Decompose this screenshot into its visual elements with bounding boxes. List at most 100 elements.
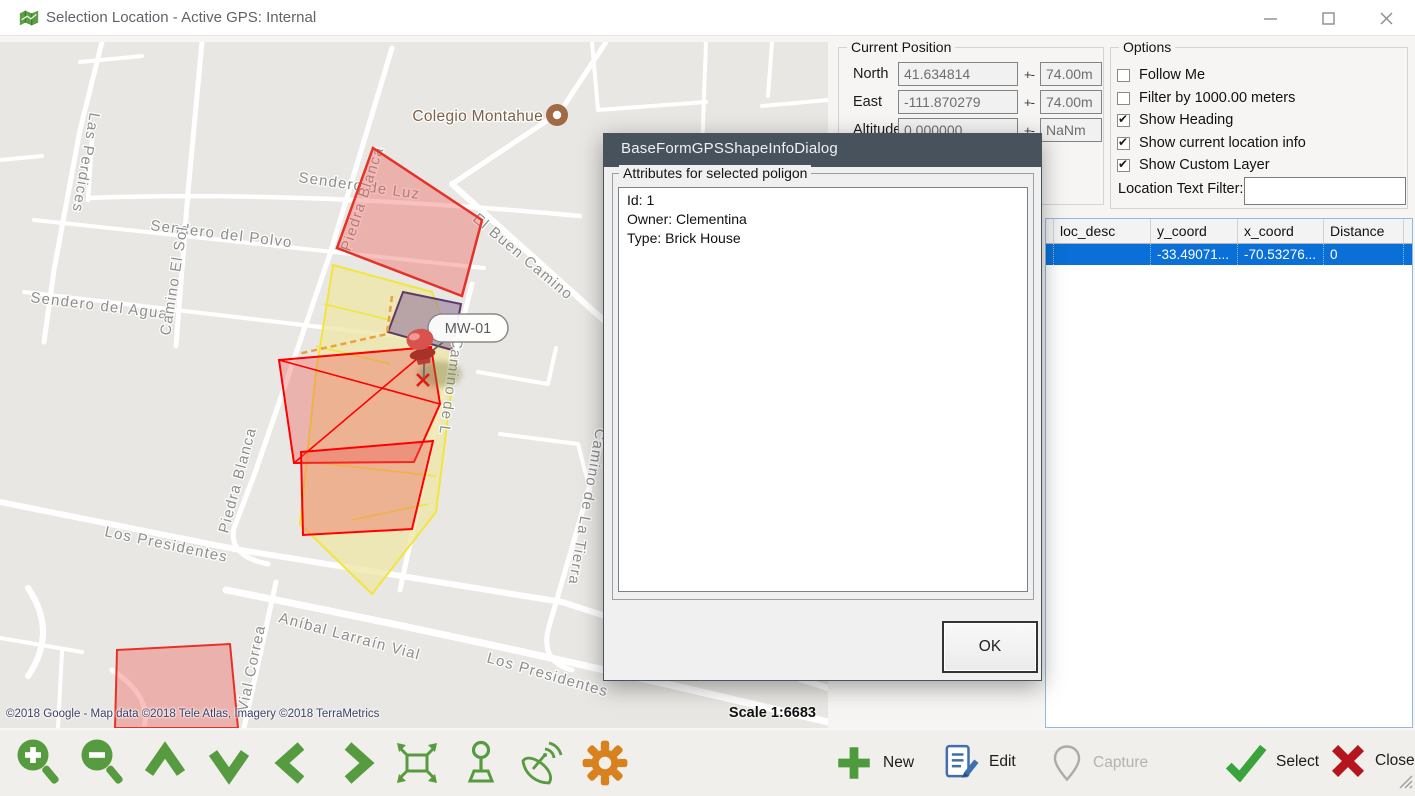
shape-info-dialog: BaseFormGPSShapeInfoDialog Attributes fo… [603, 133, 1042, 681]
pan-up-button[interactable] [140, 736, 190, 790]
pin-callout-label: MW-01 [445, 321, 491, 337]
new-button[interactable]: New [833, 742, 914, 784]
follow-me-option[interactable]: Follow Me [1117, 66, 1205, 84]
row-selector-cell[interactable] [1046, 244, 1054, 265]
zoom-in-button[interactable] [12, 736, 62, 790]
attribute-owner: Owner: Clementina [627, 210, 1019, 229]
window-titlebar[interactable]: Selection Location - Active GPS: Interna… [0, 0, 1415, 36]
location-text-filter-input[interactable] [1244, 177, 1406, 205]
attributes-group-title: Attributes for selected poligon [619, 165, 811, 181]
east-value-field[interactable]: -111.870279 [898, 90, 1018, 114]
gps-satellite-button[interactable] [514, 736, 564, 790]
cell-y-coord[interactable]: -33.49071... [1151, 244, 1238, 265]
filter-distance-label: Filter by 1000.00 meters [1139, 90, 1295, 106]
poi-label: Colegio Montahue [412, 108, 543, 125]
north-value-field[interactable]: 41.634814 [898, 62, 1018, 86]
gear-icon [580, 738, 630, 788]
cell-distance[interactable]: 0 [1324, 244, 1404, 265]
pan-down-button[interactable] [204, 736, 254, 790]
column-header-y-coord[interactable]: y_coord [1151, 219, 1238, 243]
resize-grip[interactable] [1396, 772, 1413, 794]
chevron-down-icon [206, 740, 252, 786]
chevron-left-icon [270, 740, 316, 786]
new-label: New [883, 754, 914, 772]
north-label: North [853, 66, 888, 82]
capture-pin-icon [1049, 742, 1085, 784]
cell-loc-desc[interactable] [1054, 244, 1151, 265]
dialog-titlebar[interactable]: BaseFormGPSShapeInfoDialog [604, 134, 1041, 167]
show-heading-checkbox[interactable] [1117, 114, 1130, 127]
show-location-info-option[interactable]: Show current location info [1117, 134, 1306, 152]
attributes-list[interactable]: Id: 1 Owner: Clementina Type: Brick Hous… [618, 187, 1028, 592]
window-title: Selection Location - Active GPS: Interna… [46, 0, 316, 36]
show-heading-option[interactable]: Show Heading [1117, 111, 1233, 129]
polygon-selected-south[interactable] [301, 441, 433, 535]
east-accuracy-field[interactable]: 74.00m [1040, 90, 1102, 114]
map-attribution: ©2018 Google - Map data ©2018 Tele Atlas… [6, 708, 379, 720]
east-label: East [853, 94, 882, 110]
select-label: Select [1276, 753, 1319, 771]
chevron-up-icon [142, 740, 188, 786]
checkmark-icon [1224, 742, 1268, 782]
table-header-row: loc_desc y_coord x_coord Distance [1046, 219, 1412, 244]
maximize-button[interactable] [1305, 0, 1351, 36]
zoom-out-button[interactable] [76, 736, 126, 790]
show-location-info-label: Show current location info [1139, 135, 1306, 151]
east-row: East -111.870279 +- 74.00m [853, 90, 1103, 114]
zoom-extent-icon [393, 739, 441, 787]
column-header-distance[interactable]: Distance [1324, 219, 1404, 243]
filter-distance-option[interactable]: Filter by 1000.00 meters [1117, 89, 1295, 107]
location-text-filter-label: Location Text Filter: [1118, 181, 1243, 197]
satellite-dish-icon [515, 739, 563, 787]
options-title: Options [1119, 39, 1175, 55]
zoom-out-icon [78, 738, 124, 788]
plus-icon [833, 742, 875, 784]
chevron-right-icon [333, 740, 379, 786]
attribute-type: Type: Brick House [627, 229, 1019, 248]
capture-label: Capture [1093, 754, 1148, 772]
cell-x-coord[interactable]: -70.53276... [1238, 244, 1324, 265]
attributes-group: Attributes for selected poligon Id: 1 Ow… [612, 173, 1034, 600]
show-custom-layer-checkbox[interactable] [1117, 159, 1130, 172]
follow-me-checkbox[interactable] [1117, 69, 1130, 82]
close-x-icon [1329, 742, 1367, 780]
edit-label: Edit [989, 753, 1016, 771]
plus-minus-symbol: +- [1024, 95, 1034, 110]
plus-minus-symbol: +- [1024, 67, 1034, 82]
locations-table[interactable]: loc_desc y_coord x_coord Distance -33.49… [1045, 218, 1413, 728]
north-accuracy-field[interactable]: 74.00m [1040, 62, 1102, 86]
table-row-selected[interactable]: -33.49071... -70.53276... 0 [1046, 244, 1412, 265]
minimize-button[interactable] [1247, 0, 1293, 36]
close-window-button[interactable] [1363, 0, 1409, 36]
map-scale-label: Scale 1:6683 [729, 705, 816, 721]
dialog-title: BaseFormGPSShapeInfoDialog [621, 140, 838, 157]
close-label: Close [1375, 752, 1415, 770]
capture-button[interactable]: Capture [1049, 742, 1148, 784]
pan-right-button[interactable] [331, 736, 381, 790]
follow-me-label: Follow Me [1139, 67, 1205, 83]
select-button[interactable]: Select [1224, 742, 1319, 782]
pan-left-button[interactable] [268, 736, 318, 790]
zoom-extent-button[interactable] [392, 736, 442, 790]
altitude-accuracy-field[interactable]: NaNm [1040, 118, 1102, 142]
zoom-in-icon [14, 738, 60, 788]
show-custom-layer-label: Show Custom Layer [1139, 157, 1270, 173]
edit-button[interactable]: Edit [941, 742, 1016, 782]
row-selector-header [1046, 219, 1054, 243]
column-header-x-coord[interactable]: x_coord [1238, 219, 1324, 243]
edit-document-icon [941, 742, 981, 782]
attribute-id: Id: 1 [627, 191, 1019, 210]
show-location-info-checkbox[interactable] [1117, 137, 1130, 150]
ok-button[interactable]: OK [942, 621, 1038, 673]
bottom-toolbar: New Edit Capture Select Close [0, 730, 1415, 796]
options-group: Options Follow Me Filter by 1000.00 mete… [1110, 47, 1408, 209]
north-row: North 41.634814 +- 74.00m [853, 62, 1103, 86]
settings-button[interactable] [580, 736, 630, 790]
column-header-loc-desc[interactable]: loc_desc [1054, 219, 1151, 243]
poi-circle-dot [553, 111, 561, 119]
filter-distance-checkbox[interactable] [1117, 92, 1130, 105]
surveyor-pin-icon [457, 739, 505, 787]
show-custom-layer-option[interactable]: Show Custom Layer [1117, 156, 1270, 174]
app-map-icon [18, 7, 40, 34]
set-location-button[interactable] [456, 736, 506, 790]
